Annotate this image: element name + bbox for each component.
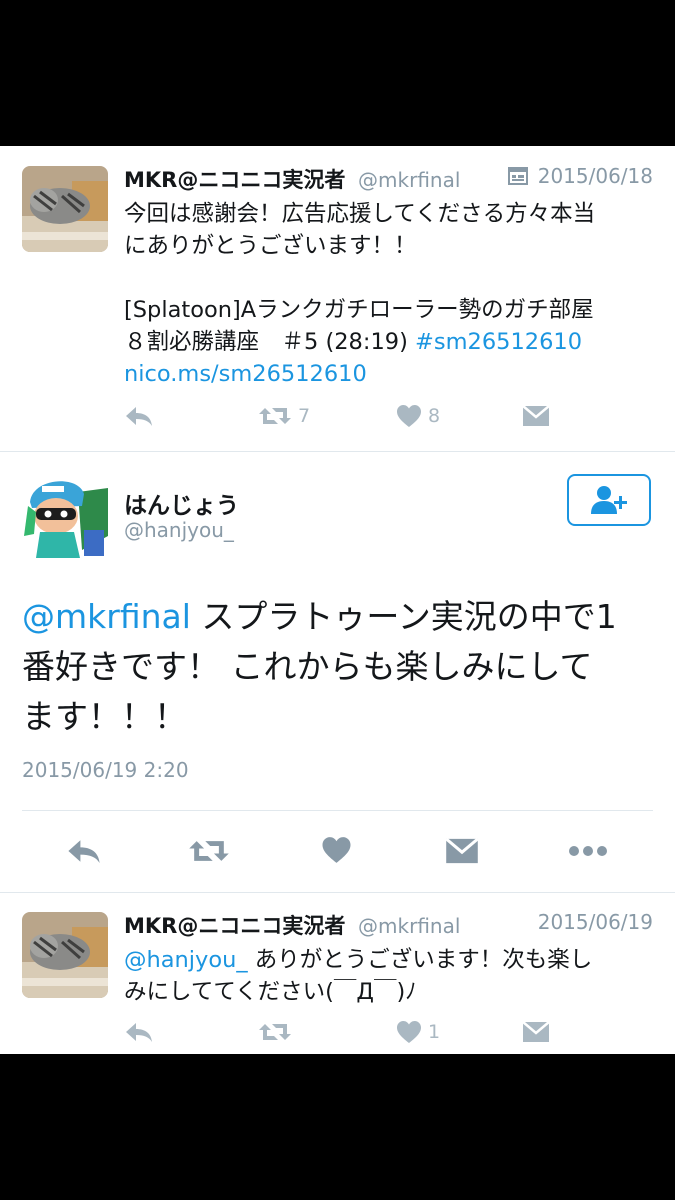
tweet-line: スプラトゥーン実況の中で1 bbox=[190, 597, 617, 636]
mention-link[interactable]: @hanjyou_ bbox=[124, 947, 248, 973]
tweet-line: ありがとうございます！次も楽し bbox=[247, 947, 593, 973]
dm-icon bbox=[445, 837, 479, 864]
dm-icon bbox=[522, 405, 550, 426]
video-link[interactable]: nico.ms/sm26512610 bbox=[124, 358, 657, 390]
tweet-date: 2015/06/18 bbox=[507, 164, 653, 188]
focused-tweet: はんじょう @hanjyou_ @mkrfinal スプラトゥーン実況の中で1 … bbox=[0, 452, 675, 893]
tweet-line: ます！！！ bbox=[22, 697, 187, 736]
follow-icon bbox=[591, 486, 627, 514]
tweet-line: 今回は感謝会！広告応援してくださる方々本当 bbox=[124, 201, 596, 227]
reply-button[interactable] bbox=[66, 836, 102, 866]
retweet-icon bbox=[189, 841, 229, 861]
retweet-button[interactable] bbox=[188, 836, 230, 866]
username[interactable]: MKR@ニコニコ実況者 bbox=[124, 914, 345, 938]
user-handle[interactable]: @hanjyou_ bbox=[124, 518, 234, 542]
tweet-actions: 7 8 bbox=[124, 404, 564, 434]
tweet-line: ８割必勝講座 ＃5 (28:19) bbox=[124, 329, 416, 355]
tweet-line: 番好きです！ これからも楽しみにして bbox=[22, 647, 593, 686]
avatar[interactable] bbox=[22, 912, 108, 998]
mention-link[interactable]: @mkrfinal bbox=[22, 597, 191, 636]
dm-button[interactable] bbox=[445, 836, 479, 866]
dm-button[interactable] bbox=[522, 404, 550, 428]
more-icon bbox=[569, 846, 607, 856]
retweet-count: 7 bbox=[298, 405, 311, 427]
like-icon bbox=[322, 837, 351, 863]
retweet-icon bbox=[259, 408, 291, 424]
avatar[interactable] bbox=[22, 472, 108, 558]
retweet-icon bbox=[259, 1024, 291, 1040]
retweet-button[interactable] bbox=[258, 1020, 292, 1044]
user-handle[interactable]: @mkrfinal bbox=[358, 914, 460, 938]
dm-icon bbox=[522, 1021, 550, 1042]
tweet-text: @hanjyou_ ありがとうございます！次も楽し みにしててください(￣Д￣)… bbox=[124, 944, 657, 1008]
tweet-text: @mkrfinal スプラトゥーン実況の中で1 番好きです！ これからも楽しみに… bbox=[22, 592, 647, 742]
like-button[interactable]: 8 bbox=[396, 404, 440, 428]
tweet-date: 2015/06/19 bbox=[537, 910, 653, 934]
retweet-button[interactable]: 7 bbox=[258, 404, 310, 428]
tweet-header: MKR@ニコニコ実況者 @mkrfinal 2015/06/19 bbox=[124, 910, 653, 940]
follow-button[interactable] bbox=[567, 474, 651, 526]
tweet-timestamp[interactable]: 2015/06/19 2:20 bbox=[22, 758, 189, 782]
reply-icon bbox=[126, 1023, 152, 1042]
username[interactable]: はんじょう bbox=[124, 486, 239, 520]
more-button[interactable] bbox=[568, 836, 608, 866]
username[interactable]: MKR@ニコニコ実況者 bbox=[124, 168, 345, 192]
reply-icon bbox=[68, 840, 100, 863]
tweet-text: 今回は感謝会！広告応援してくださる方々本当 にありがとうございます！！ [Spl… bbox=[124, 198, 657, 390]
tweet-item[interactable]: MKR@ニコニコ実況者 @mkrfinal 2015/06/18 今回は感謝会！… bbox=[0, 146, 675, 452]
hashtag-link[interactable]: #sm26512610 bbox=[415, 329, 582, 355]
divider bbox=[22, 810, 653, 811]
user-handle[interactable]: @mkrfinal bbox=[358, 168, 460, 192]
tweet-actions: 1 bbox=[124, 1020, 564, 1050]
tweet-line: にありがとうございます！！ bbox=[124, 233, 417, 259]
tweet-line: [Splatoon]Aランクガチローラー勢のガチ部屋 bbox=[124, 297, 594, 323]
tweet-actions bbox=[0, 836, 675, 876]
reply-button[interactable] bbox=[124, 1020, 154, 1044]
date-text: 2015/06/18 bbox=[537, 164, 653, 188]
like-count: 1 bbox=[428, 1021, 441, 1043]
reply-button[interactable] bbox=[124, 404, 154, 428]
timeline-screen: MKR@ニコニコ実況者 @mkrfinal 2015/06/18 今回は感謝会！… bbox=[0, 146, 675, 1054]
like-icon bbox=[397, 405, 421, 427]
reply-icon bbox=[126, 407, 152, 426]
like-icon bbox=[397, 1021, 421, 1043]
like-button[interactable]: 1 bbox=[396, 1020, 440, 1044]
calendar-icon bbox=[507, 167, 528, 185]
like-count: 8 bbox=[428, 405, 441, 427]
dm-button[interactable] bbox=[522, 1020, 550, 1044]
tweet-line: みにしててください(￣Д￣)ﾉ bbox=[124, 979, 417, 1005]
avatar[interactable] bbox=[22, 166, 108, 252]
like-button[interactable] bbox=[321, 836, 352, 864]
tweet-header: MKR@ニコニコ実況者 @mkrfinal 2015/06/18 bbox=[124, 164, 653, 194]
tweet-item[interactable]: MKR@ニコニコ実況者 @mkrfinal 2015/06/19 @hanjyo… bbox=[0, 892, 675, 1054]
